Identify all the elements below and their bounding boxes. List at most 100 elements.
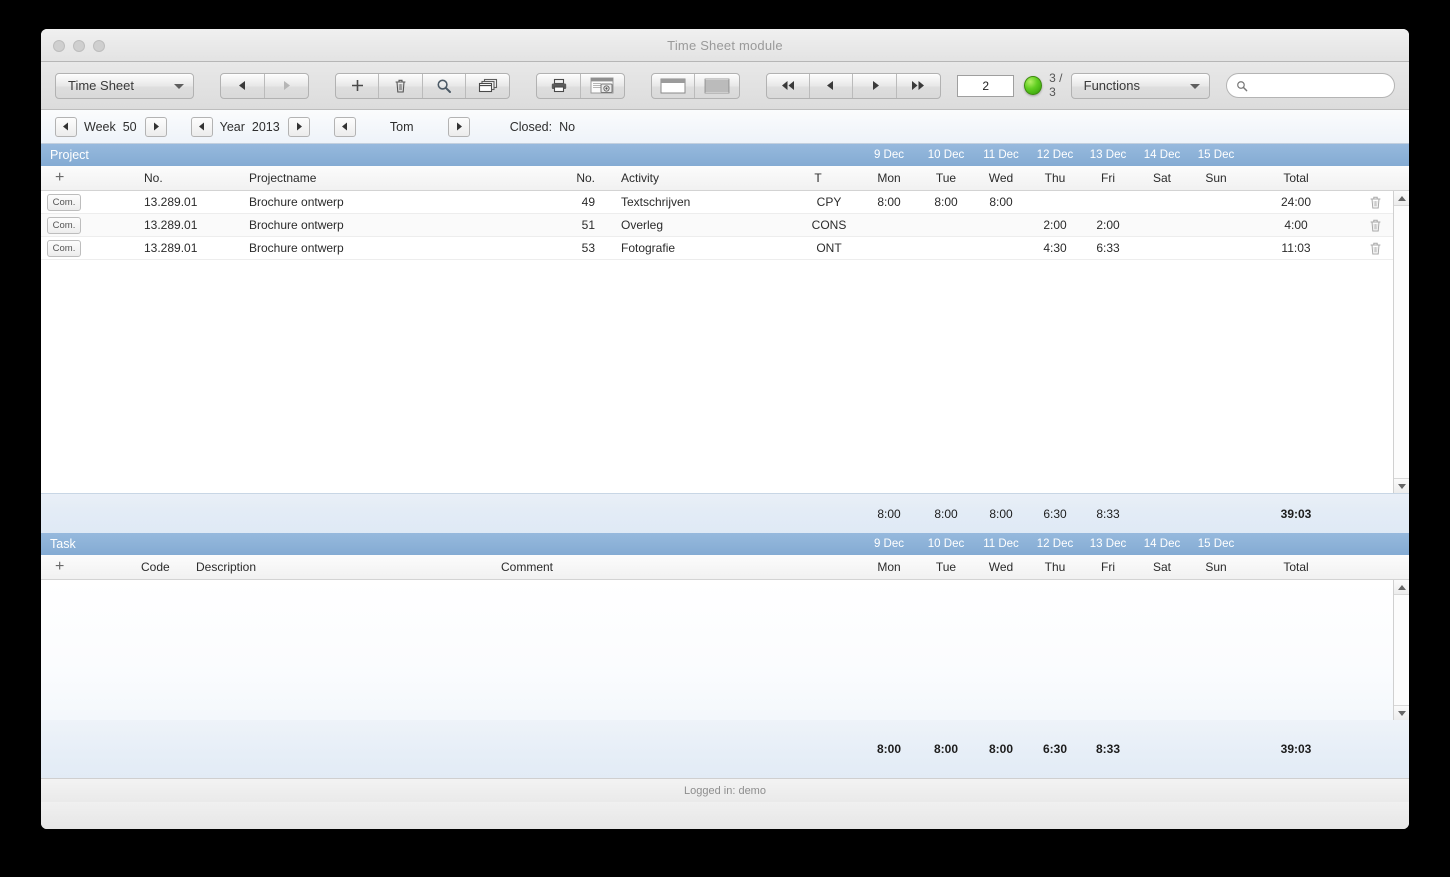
- comment-button[interactable]: Com.: [47, 240, 81, 257]
- window-title: Time Sheet module: [41, 38, 1409, 53]
- task-scroll-down-button[interactable]: [1394, 705, 1409, 720]
- delete-row-button[interactable]: [1369, 195, 1383, 210]
- user-next-button[interactable]: [448, 117, 470, 137]
- project-section-title: Project: [41, 148, 89, 162]
- record-actions-segment: [335, 73, 510, 99]
- task-day-header-3: Thu: [1027, 560, 1083, 574]
- project-date-0: 9 Dec: [861, 149, 917, 161]
- row-hours-3[interactable]: 2:00: [1027, 218, 1083, 232]
- task-total-day-0: 8:00: [861, 742, 917, 756]
- project-scroll-down-button[interactable]: [1394, 478, 1409, 493]
- project-add-row-button[interactable]: +: [55, 170, 64, 186]
- search-field[interactable]: [1226, 73, 1395, 98]
- project-date-6: 15 Dec: [1188, 149, 1244, 161]
- week-next-button[interactable]: [145, 117, 167, 137]
- task-day-header-2: Wed: [973, 560, 1029, 574]
- status-bar: Logged in: demo: [41, 778, 1409, 802]
- user-value[interactable]: Tom: [356, 120, 448, 134]
- project-day-header-3: Thu: [1027, 171, 1083, 185]
- project-total-day-1: 8:00: [918, 507, 974, 521]
- next-record-button[interactable]: [853, 74, 896, 98]
- task-date-6: 15 Dec: [1188, 538, 1244, 550]
- last-record-button[interactable]: [897, 74, 940, 98]
- nav-next-button[interactable]: [265, 74, 308, 98]
- print-button[interactable]: [537, 74, 580, 98]
- report-preview-button[interactable]: [581, 74, 624, 98]
- task-add-row-button[interactable]: +: [55, 559, 64, 575]
- comment-button[interactable]: Com.: [47, 217, 81, 234]
- form-view-button[interactable]: [652, 74, 695, 98]
- trash-icon: [1369, 218, 1382, 233]
- project-scroll-up-button[interactable]: [1394, 191, 1409, 206]
- user-prev-button[interactable]: [334, 117, 356, 137]
- row-type: CONS: [801, 218, 857, 232]
- project-header-type: T: [801, 171, 835, 185]
- first-record-button[interactable]: [767, 74, 810, 98]
- table-row[interactable]: Com.13.289.01Brochure ontwerp53Fotografi…: [41, 237, 1409, 260]
- row-type: ONT: [801, 241, 857, 255]
- row-hours-1[interactable]: 8:00: [918, 195, 974, 209]
- project-column-headers: + No. Projectname No. Activity T MonTueW…: [41, 166, 1409, 191]
- comment-button[interactable]: Com.: [47, 194, 81, 211]
- row-project-no: 13.289.01: [144, 241, 197, 255]
- task-column-headers: + Code Description Comment MonTueWedThuF…: [41, 555, 1409, 580]
- add-record-button[interactable]: [336, 74, 379, 98]
- row-hours-3[interactable]: 4:30: [1027, 241, 1083, 255]
- row-hours-2[interactable]: 8:00: [973, 195, 1029, 209]
- nav-prev-button[interactable]: [221, 74, 264, 98]
- task-header-description: Description: [196, 560, 256, 574]
- layers-button[interactable]: [466, 74, 509, 98]
- task-total-day-1: 8:00: [918, 742, 974, 756]
- row-projectname: Brochure ontwerp: [249, 218, 344, 232]
- row-activity: Overleg: [621, 218, 663, 232]
- task-date-0: 9 Dec: [861, 538, 917, 550]
- row-project-no: 13.289.01: [144, 195, 197, 209]
- table-row[interactable]: Com.13.289.01Brochure ontwerp51OverlegCO…: [41, 214, 1409, 237]
- task-day-header-4: Fri: [1080, 560, 1136, 574]
- row-total: 11:03: [1256, 241, 1336, 255]
- table-row[interactable]: Com.13.289.01Brochure ontwerp49Textschri…: [41, 191, 1409, 214]
- project-date-headers: 9 Dec10 Dec11 Dec12 Dec13 Dec14 Dec15 De…: [41, 144, 1409, 166]
- prev-record-button[interactable]: [810, 74, 853, 98]
- project-date-2: 11 Dec: [973, 149, 1029, 161]
- week-value[interactable]: 50: [123, 120, 137, 134]
- content-area: Project 9 Dec10 Dec11 Dec12 Dec13 Dec14 …: [41, 144, 1409, 778]
- search-input[interactable]: [1254, 78, 1394, 94]
- row-hours-0[interactable]: 8:00: [861, 195, 917, 209]
- row-hours-4[interactable]: 6:33: [1080, 241, 1136, 255]
- year-value[interactable]: 2013: [252, 120, 280, 134]
- week-filter-bar: Week 50 Year 2013 Tom: [41, 110, 1409, 144]
- delete-row-button[interactable]: [1369, 218, 1383, 233]
- row-total: 24:00: [1256, 195, 1336, 209]
- project-header-activity: Activity: [621, 171, 659, 185]
- row-project-no: 13.289.01: [144, 218, 197, 232]
- project-day-header-5: Sat: [1134, 171, 1190, 185]
- desktop-background: Time Sheet module Time Sheet: [0, 0, 1450, 877]
- project-date-4: 13 Dec: [1080, 149, 1136, 161]
- task-scroll-up-button[interactable]: [1394, 580, 1409, 595]
- project-date-5: 14 Dec: [1134, 149, 1190, 161]
- trash-icon: [1369, 241, 1382, 256]
- delete-record-button[interactable]: [379, 74, 422, 98]
- task-date-2: 11 Dec: [973, 538, 1029, 550]
- project-scrollbar[interactable]: [1393, 191, 1409, 493]
- list-view-button[interactable]: [695, 74, 738, 98]
- project-day-header-0: Mon: [861, 171, 917, 185]
- module-popup-button[interactable]: Time Sheet: [55, 73, 194, 99]
- row-activity-no: 49: [539, 195, 595, 209]
- week-prev-button[interactable]: [55, 117, 77, 137]
- search-records-button[interactable]: [423, 74, 466, 98]
- year-prev-button[interactable]: [191, 117, 213, 137]
- delete-row-button[interactable]: [1369, 241, 1383, 256]
- project-rows-area: Com.13.289.01Brochure ontwerp49Textschri…: [41, 191, 1409, 493]
- project-header-projectname: Projectname: [249, 171, 316, 185]
- year-next-button[interactable]: [288, 117, 310, 137]
- page-nav-segment: [766, 73, 941, 99]
- year-label: Year: [220, 120, 245, 134]
- project-section-band: Project 9 Dec10 Dec11 Dec12 Dec13 Dec14 …: [41, 144, 1409, 166]
- task-scrollbar[interactable]: [1393, 580, 1409, 720]
- functions-popup-button[interactable]: Functions: [1071, 73, 1210, 99]
- page-number-field[interactable]: 2: [957, 75, 1014, 97]
- row-hours-4[interactable]: 2:00: [1080, 218, 1136, 232]
- task-grand-total: 39:03: [1256, 742, 1336, 756]
